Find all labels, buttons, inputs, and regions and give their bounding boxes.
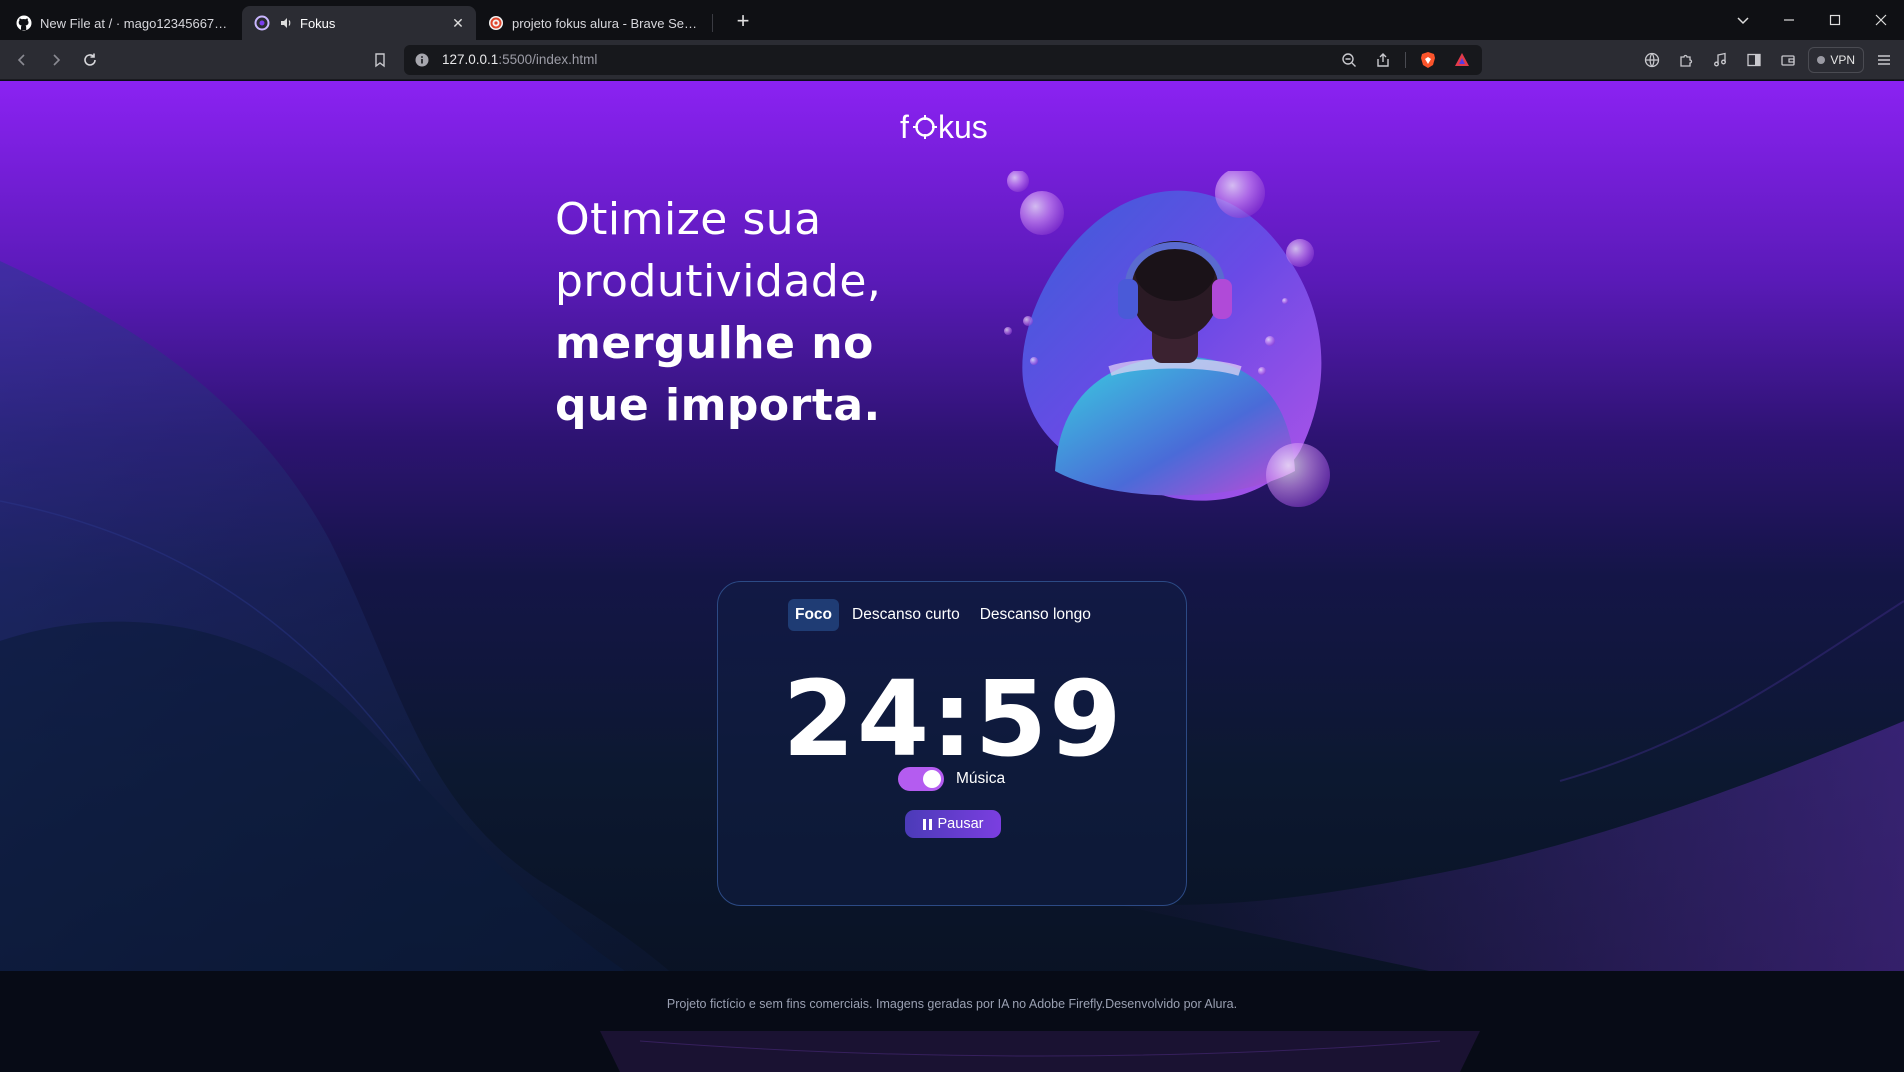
hero-image: [1004, 171, 1330, 507]
vpn-status-dot: [1817, 56, 1826, 64]
brave-search-icon: [488, 15, 504, 31]
github-icon: [16, 15, 32, 31]
share-icon[interactable]: [1371, 48, 1395, 72]
tab-title: New File at / · mago123456677/Foku: [40, 15, 230, 31]
footer-decoration: [600, 1031, 1480, 1072]
countdown-timer: 24:59: [782, 658, 1124, 780]
extensions-puzzle-icon[interactable]: [1672, 46, 1700, 74]
zoom-icon[interactable]: [1337, 48, 1361, 72]
divider: [1405, 52, 1406, 68]
tab-descanso-longo[interactable]: Descanso longo: [973, 599, 1098, 631]
vpn-button[interactable]: VPN: [1808, 47, 1864, 73]
translate-globe-icon[interactable]: [1638, 46, 1666, 74]
close-window-button[interactable]: [1858, 0, 1904, 40]
headline-line-3: mergulhe no: [555, 318, 874, 369]
headline-line-2: produtividade,: [555, 256, 882, 307]
svg-text:f: f: [900, 109, 909, 145]
address-bar[interactable]: 127.0.0.1:5500/index.html: [404, 45, 1482, 75]
music-toggle[interactable]: [898, 767, 944, 791]
footer-text: Projeto fictício e sem fins comerciais. …: [666, 997, 1238, 1011]
fokus-logo: fokus f kus: [900, 109, 1008, 145]
toolbar-actions: VPN: [1638, 46, 1898, 74]
timer-mode-tabs: Foco Descanso curto Descanso longo: [788, 599, 1104, 631]
svg-text:kus: kus: [938, 109, 988, 145]
forward-arrow-icon[interactable]: [44, 48, 68, 72]
brave-rewards-icon[interactable]: [1450, 48, 1474, 72]
browser-tab-brave-search[interactable]: projeto fokus alura - Brave Search: [476, 6, 710, 40]
headline-line-4: que importa.: [555, 380, 881, 431]
url-host: 127.0.0.1: [442, 52, 499, 67]
maximize-button[interactable]: [1812, 0, 1858, 40]
site-info-icon[interactable]: [414, 52, 430, 73]
tab-descanso-curto[interactable]: Descanso curto: [845, 599, 967, 631]
headline-line-1: Otimize sua: [555, 194, 822, 245]
tab-divider: [712, 14, 713, 32]
window-controls: [1720, 0, 1904, 40]
wallet-icon[interactable]: [1774, 46, 1802, 74]
pause-label: Pausar: [937, 816, 984, 832]
toggle-knob: [923, 770, 941, 788]
page-footer: Projeto fictício e sem fins comerciais. …: [0, 971, 1904, 1072]
reload-icon[interactable]: [78, 48, 102, 72]
tab-title: projeto fokus alura - Brave Search: [512, 15, 698, 31]
menu-icon[interactable]: [1870, 46, 1898, 74]
logo-mark: f kus: [900, 109, 988, 145]
url-path: :5500/index.html: [498, 52, 598, 67]
browser-toolbar: 127.0.0.1:5500/index.html VPN: [0, 40, 1904, 80]
fokus-page: fokus f kus Otimize sua produtividade, m…: [0, 81, 1904, 1072]
tab-list-chevron-icon[interactable]: [1720, 0, 1766, 40]
hero-headline: Otimize sua produtividade, mergulhe no q…: [555, 189, 881, 437]
timer-card: Foco Descanso curto Descanso longo 24:59…: [717, 581, 1187, 906]
minimize-button[interactable]: [1766, 0, 1812, 40]
url-text: 127.0.0.1:5500/index.html: [442, 52, 597, 67]
tab-foco[interactable]: Foco: [788, 599, 840, 631]
fokus-favicon: [254, 15, 270, 31]
bookmark-icon[interactable]: [368, 48, 392, 72]
background-waves: [0, 261, 1904, 1072]
browser-tab-fokus[interactable]: Fokus ✕: [242, 6, 476, 40]
sidebar-icon[interactable]: [1740, 46, 1768, 74]
address-bar-actions: [1337, 48, 1474, 72]
pause-button[interactable]: Pausar: [905, 810, 1001, 838]
pause-icon: [922, 818, 932, 830]
back-arrow-icon[interactable]: [10, 48, 34, 72]
media-music-icon[interactable]: [1706, 46, 1734, 74]
music-toggle-row: Música: [898, 767, 1005, 791]
music-label: Música: [956, 770, 1006, 787]
new-tab-button[interactable]: +: [727, 6, 759, 38]
browser-tab-github[interactable]: New File at / · mago123456677/Foku: [4, 6, 242, 40]
close-icon[interactable]: ✕: [450, 15, 466, 31]
speaker-icon[interactable]: [278, 15, 294, 31]
brave-shields-icon[interactable]: [1416, 48, 1440, 72]
browser-tab-strip: New File at / · mago123456677/Foku Fokus…: [0, 0, 1904, 40]
tab-title: Fokus: [300, 15, 336, 31]
vpn-label: VPN: [1830, 53, 1855, 67]
